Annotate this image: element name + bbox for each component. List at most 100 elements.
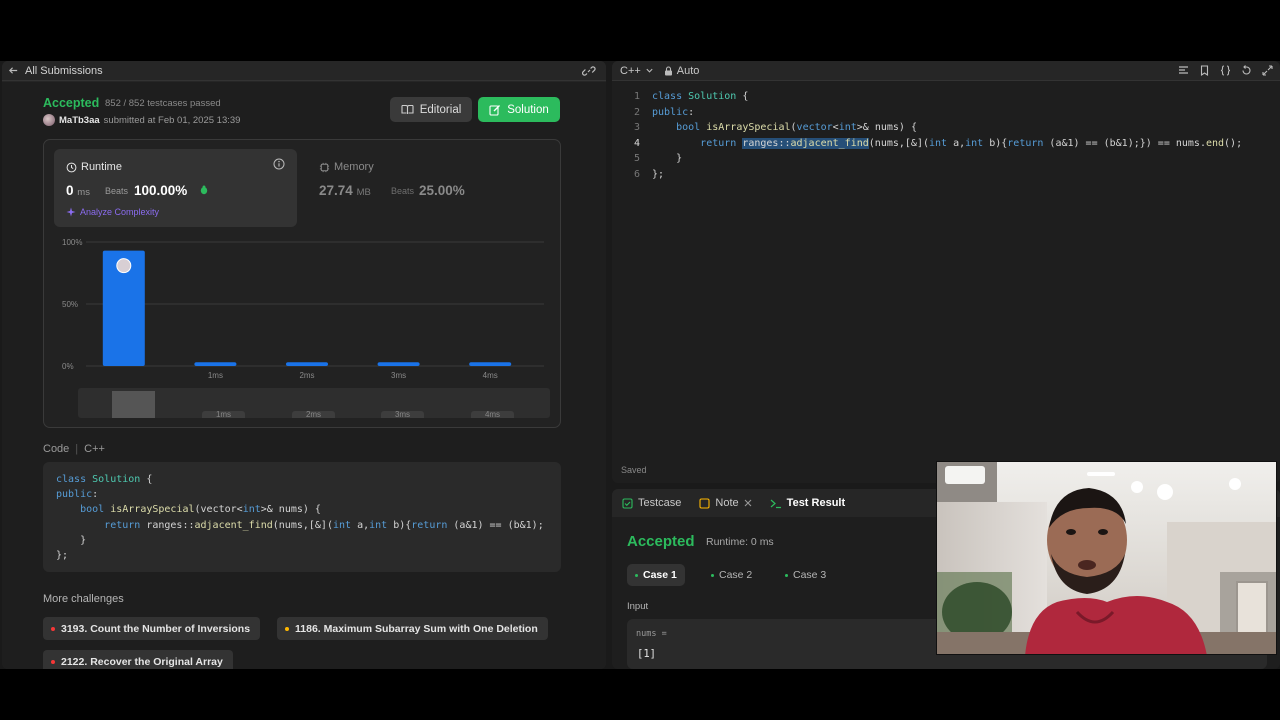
reset-icon[interactable] [1240,64,1253,77]
case-tab[interactable]: Case 2 [703,564,760,586]
case-dot [711,573,714,577]
result-status: Accepted [627,533,695,550]
lock-icon [664,65,672,75]
submitted-code[interactable]: class Solution { public: bool isArraySpec… [43,462,561,572]
language-select[interactable]: C++ [620,65,654,77]
chart-bar[interactable] [286,362,328,366]
all-submissions-label: All Submissions [25,64,103,77]
format-icon[interactable] [1177,64,1190,77]
language-label: C++ [620,64,641,77]
challenge-label: 3193. Count the Number of Inversions [61,622,251,635]
x-tick-label: 3ms [391,371,406,380]
chart-bar[interactable] [377,362,420,366]
chip-icon [319,162,330,172]
difficulty-dot [51,626,55,631]
code-line: }; [56,550,69,562]
code-editor[interactable]: 1 2 3 4 5 6 class Solution { public: bool… [612,89,1280,209]
sparkle-icon [66,207,76,217]
line-number: 2 [633,106,640,118]
submitter-name[interactable]: MaTb3aa [59,115,100,126]
line-number: 1 [633,91,640,102]
submission-panel: All Submissions Accepted 852 / 852 testc… [2,61,606,669]
link-icon[interactable] [582,64,596,78]
close-icon[interactable] [744,499,752,507]
chart-bar[interactable] [469,362,512,366]
avatar[interactable] [43,114,55,126]
code-line: return ranges::adjacent_find(nums,[&](in… [700,137,1243,149]
code-line: bool isArraySpecial(vector<int>& nums) { [676,122,917,133]
tab-testcase[interactable]: Testcase [622,497,681,509]
submission-header: All Submissions [2,61,606,81]
chart-range-scrubber[interactable]: 1ms 2ms 3ms 4ms [78,388,550,418]
braces-icon[interactable] [1219,64,1232,77]
bookmark-icon[interactable] [1198,64,1211,77]
analyze-complexity-label: Analyze Complexity [80,207,160,217]
input-value: [1] [637,648,656,660]
line-numbers: 1 2 3 4 5 6 [626,89,640,182]
memory-value: 27.74 MB [319,183,371,198]
case-dot [785,573,788,577]
scrubber-tick-label: 3ms [381,411,424,418]
challenge-label: 2122. Recover the Original Array [61,655,223,668]
code-line: bool isArraySpecial(vector<int>& nums) { [80,504,321,516]
testcases-passed: 852 / 852 testcases passed [105,98,221,109]
tab-label: Testcase [638,497,682,509]
edit-icon [489,104,501,116]
expand-icon[interactable] [1261,64,1274,77]
challenge-link[interactable]: 2122. Recover the Original Array [43,650,233,669]
code-line: } [652,153,683,164]
webcam-frame [937,462,1276,654]
code-lines[interactable]: class Solution { public: bool isArraySpec… [652,89,1242,182]
runtime-distribution-chart: 100% 50% 0% 1ms 2ms 3ms 4ms [62,238,544,380]
x-tick-label: 4ms [483,371,498,380]
submission-body: Accepted 852 / 852 testcases passed MaTb… [2,82,606,669]
code-editor-panel: C++ Auto 1 2 3 4 5 6 class Solution {pu… [612,61,1280,483]
mode-label: Auto [676,64,700,77]
auto-mode[interactable]: Auto [664,64,700,77]
code-line: public: [652,106,695,118]
difficulty-dot [51,659,55,664]
case-tab[interactable]: Case 1 [627,564,685,586]
bug-icon [200,185,208,195]
scrubber-tick-label: 4ms [471,411,514,418]
challenge-link[interactable]: 1186. Maximum Subarray Sum with One Dele… [277,617,548,640]
scrubber-tick-label: 1ms [202,411,245,418]
editor-toolbar: C++ Auto [612,61,1280,81]
analyze-complexity-link[interactable]: Analyze Complexity [66,207,159,217]
code-line: class Solution { [652,91,749,102]
memory-label-row[interactable]: Memory [319,161,374,173]
scrubber-tick-label: 2ms [292,411,335,418]
book-icon [401,104,414,114]
saved-status: Saved [621,465,647,475]
runtime-value: 0 ms [66,183,90,198]
runtime-unit: ms [77,187,90,198]
editorial-button[interactable]: Editorial [390,97,472,122]
note-icon [699,497,710,509]
arrow-left-icon [8,67,18,74]
all-submissions-link[interactable]: All Submissions [8,65,103,77]
runtime-card[interactable]: Runtime 0 ms Beats 100.00% Analyze Compl… [54,149,297,227]
webcam-video [936,461,1277,655]
submitted-time: submitted at Feb 01, 2025 13:39 [103,114,241,126]
challenge-link[interactable]: 3193. Count the Number of Inversions [43,617,261,640]
code-line: public: [56,489,99,501]
tab-note[interactable]: Note [699,497,752,509]
memory-unit: MB [356,187,371,198]
input-label: Input [627,601,649,612]
input-var-name: nums = [636,629,667,639]
case-tab[interactable]: Case 3 [777,564,834,586]
solution-button[interactable]: Solution [478,97,560,122]
line-number: 6 [633,168,640,180]
memory-beats-value: 25.00% [419,183,465,198]
scrubber-handle[interactable] [112,391,155,418]
performance-stats: Runtime 0 ms Beats 100.00% Analyze Compl… [43,139,561,428]
info-icon[interactable] [273,158,285,170]
user-avatar-marker [116,258,132,274]
code-line: class Solution { [56,474,153,485]
chart-bar[interactable] [194,362,237,366]
tab-test-result[interactable]: Test Result [770,497,845,509]
x-tick-label: 2ms [299,371,314,380]
y-tick-label: 50% [62,300,78,309]
divider: | [75,443,79,455]
line-number: 5 [633,153,640,164]
